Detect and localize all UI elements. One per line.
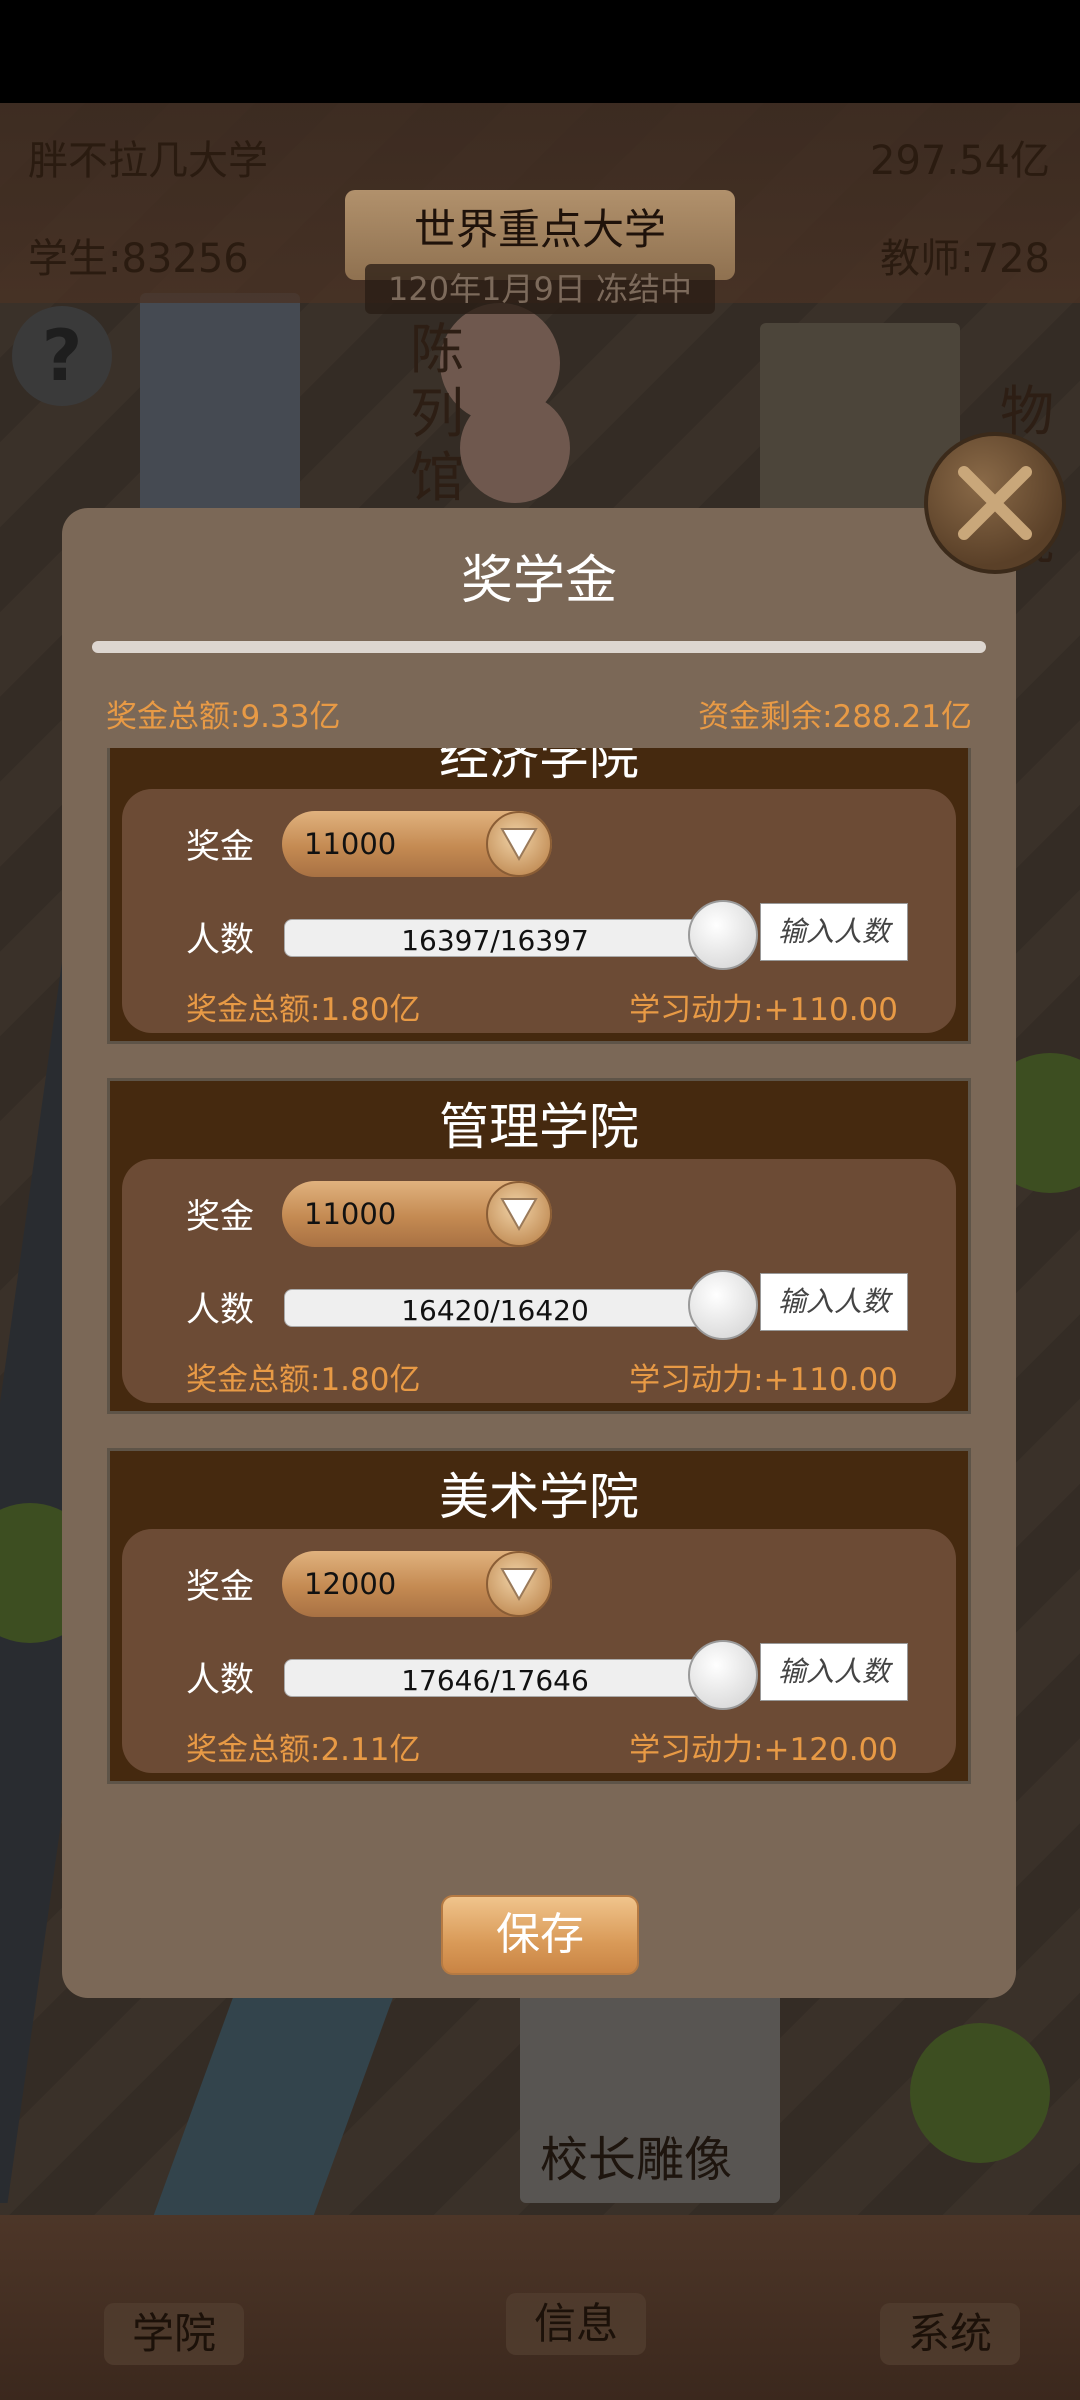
college-settings-panel: 奖金 12000 人数 17646/17646 输入人数 奖金总额:2.11亿 … <box>122 1529 956 1773</box>
college-name: 管理学院 <box>439 1098 639 1156</box>
college-scroll-list[interactable]: 经济学院 奖金 11000 人数 16397/16397 输入人数 奖金总额:1… <box>107 748 971 1828</box>
exhibition-hall-label: 陈 列 馆 <box>410 318 464 509</box>
award-label: 奖金 <box>186 1197 254 1237</box>
college-award-total: 奖金总额:2.11亿 <box>186 1732 421 1768</box>
rank-title: 世界重点大学 <box>413 205 666 254</box>
chevron-down-icon[interactable] <box>486 811 552 877</box>
student-count-slider[interactable]: 17646/17646 <box>284 1659 706 1697</box>
remaining-funds: 资金剩余:288.21亿 <box>698 699 972 735</box>
count-label: 人数 <box>186 1290 254 1330</box>
chevron-down-icon[interactable] <box>486 1551 552 1617</box>
slider-handle[interactable] <box>688 1270 758 1340</box>
college-settings-panel: 奖金 11000 人数 16397/16397 输入人数 奖金总额:1.80亿 … <box>122 789 956 1033</box>
study-motivation: 学习动力:+120.00 <box>629 1732 898 1768</box>
student-count-value: 16420/16420 <box>401 1294 589 1327</box>
college-award-total: 奖金总额:1.80亿 <box>186 1362 421 1398</box>
student-count: 学生:83256 <box>28 236 249 282</box>
award-amount-value: 11000 <box>304 827 397 861</box>
chevron-down-icon[interactable] <box>486 1181 552 1247</box>
nav-college-button[interactable]: 学院 <box>104 2303 244 2365</box>
count-label: 人数 <box>186 1660 254 1700</box>
student-count-slider[interactable]: 16397/16397 <box>284 919 706 957</box>
close-button[interactable] <box>924 432 1066 574</box>
university-name: 胖不拉几大学 <box>28 138 268 184</box>
save-button[interactable]: 保存 <box>441 1895 639 1975</box>
student-count-value: 16397/16397 <box>401 924 589 957</box>
award-amount-dropdown[interactable]: 11000 <box>282 1181 552 1247</box>
count-label: 人数 <box>186 920 254 960</box>
college-card: 美术学院 奖金 12000 人数 17646/17646 输入人数 奖金总额:2… <box>107 1448 971 1784</box>
dialog-title: 奖学金 <box>460 551 617 611</box>
student-count-slider[interactable]: 16420/16420 <box>284 1289 706 1327</box>
award-amount-value: 12000 <box>304 1567 397 1601</box>
award-amount-dropdown[interactable]: 11000 <box>282 811 552 877</box>
principal-statue-label: 校长雕像 <box>540 2132 733 2188</box>
game-date-status: 120年1月9日 冻结中 <box>365 264 715 314</box>
college-settings-panel: 奖金 11000 人数 16420/16420 输入人数 奖金总额:1.80亿 … <box>122 1159 956 1403</box>
student-count-value: 17646/17646 <box>401 1664 589 1697</box>
count-input-field[interactable]: 输入人数 <box>760 903 908 961</box>
money-display: 297.54亿 <box>870 138 1050 184</box>
college-card: 管理学院 奖金 11000 人数 16420/16420 输入人数 奖金总额:1… <box>107 1078 971 1414</box>
study-motivation: 学习动力:+110.00 <box>629 1362 898 1398</box>
award-amount-value: 11000 <box>304 1197 397 1231</box>
count-input-field[interactable]: 输入人数 <box>760 1273 908 1331</box>
scholarship-dialog: 奖学金 奖金总额:9.33亿 资金剩余:288.21亿 经济学院 奖金 1100… <box>62 508 1016 1998</box>
college-award-total: 奖金总额:1.80亿 <box>186 992 421 1028</box>
bottom-nav: 学院 信息 系统 <box>0 2215 1080 2400</box>
count-input-field[interactable]: 输入人数 <box>760 1643 908 1701</box>
college-card: 经济学院 奖金 11000 人数 16397/16397 输入人数 奖金总额:1… <box>107 748 971 1044</box>
title-divider <box>92 641 986 653</box>
award-amount-dropdown[interactable]: 12000 <box>282 1551 552 1617</box>
award-label: 奖金 <box>186 827 254 867</box>
nav-system-button[interactable]: 系统 <box>880 2303 1020 2365</box>
total-award-amount: 奖金总额:9.33亿 <box>106 699 341 735</box>
study-motivation: 学习动力:+110.00 <box>629 992 898 1028</box>
nav-info-button[interactable]: 信息 <box>506 2293 646 2355</box>
help-button[interactable]: ? <box>12 306 112 406</box>
college-name: 经济学院 <box>439 748 639 786</box>
slider-handle[interactable] <box>688 900 758 970</box>
question-icon: ? <box>41 315 83 397</box>
slider-handle[interactable] <box>688 1640 758 1710</box>
close-icon <box>958 466 1032 540</box>
college-name: 美术学院 <box>439 1468 639 1526</box>
teacher-count: 教师:728 <box>880 236 1050 282</box>
award-label: 奖金 <box>186 1567 254 1607</box>
